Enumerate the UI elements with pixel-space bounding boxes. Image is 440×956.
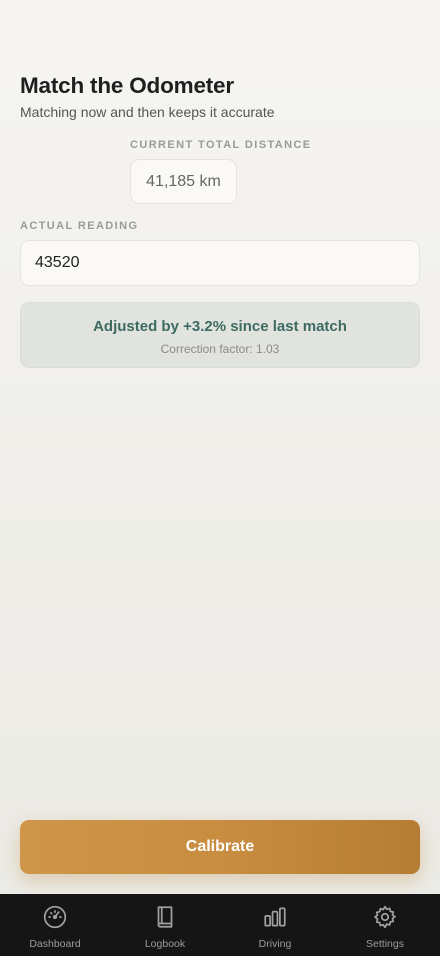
tab-settings[interactable]: Settings bbox=[330, 894, 440, 956]
tab-logbook[interactable]: Logbook bbox=[110, 894, 220, 956]
book-icon bbox=[152, 904, 178, 935]
page-subtitle: Matching now and then keeps it accurate bbox=[20, 104, 275, 120]
tab-label-logbook: Logbook bbox=[144, 938, 186, 950]
gear-icon bbox=[372, 904, 398, 935]
gauge-icon bbox=[42, 904, 68, 935]
adjustment-card: Adjusted by +3.2% since last match Corre… bbox=[20, 302, 420, 368]
current-distance-label: CURRENT TOTAL DISTANCE bbox=[130, 139, 312, 151]
actual-reading-input[interactable] bbox=[20, 240, 420, 286]
current-distance-value: 41,185 km bbox=[130, 159, 237, 204]
page-title: Match the Odometer bbox=[20, 73, 234, 98]
bottom-tab-bar: Dashboard Logbook Driving Settings bbox=[0, 894, 440, 956]
tab-driving[interactable]: Driving bbox=[220, 894, 330, 956]
tab-label-dashboard: Dashboard bbox=[29, 938, 81, 950]
adjustment-headline: Adjusted by +3.2% since last match bbox=[93, 318, 347, 335]
bar-chart-icon bbox=[262, 904, 288, 935]
correction-factor: Correction factor: 1.03 bbox=[160, 342, 280, 356]
tab-label-settings: Settings bbox=[366, 938, 404, 950]
tab-label-driving: Driving bbox=[258, 938, 292, 950]
actual-reading-label: ACTUAL READING bbox=[20, 220, 139, 232]
tab-dashboard[interactable]: Dashboard bbox=[0, 894, 110, 956]
calibrate-button[interactable]: Calibrate bbox=[20, 820, 420, 874]
